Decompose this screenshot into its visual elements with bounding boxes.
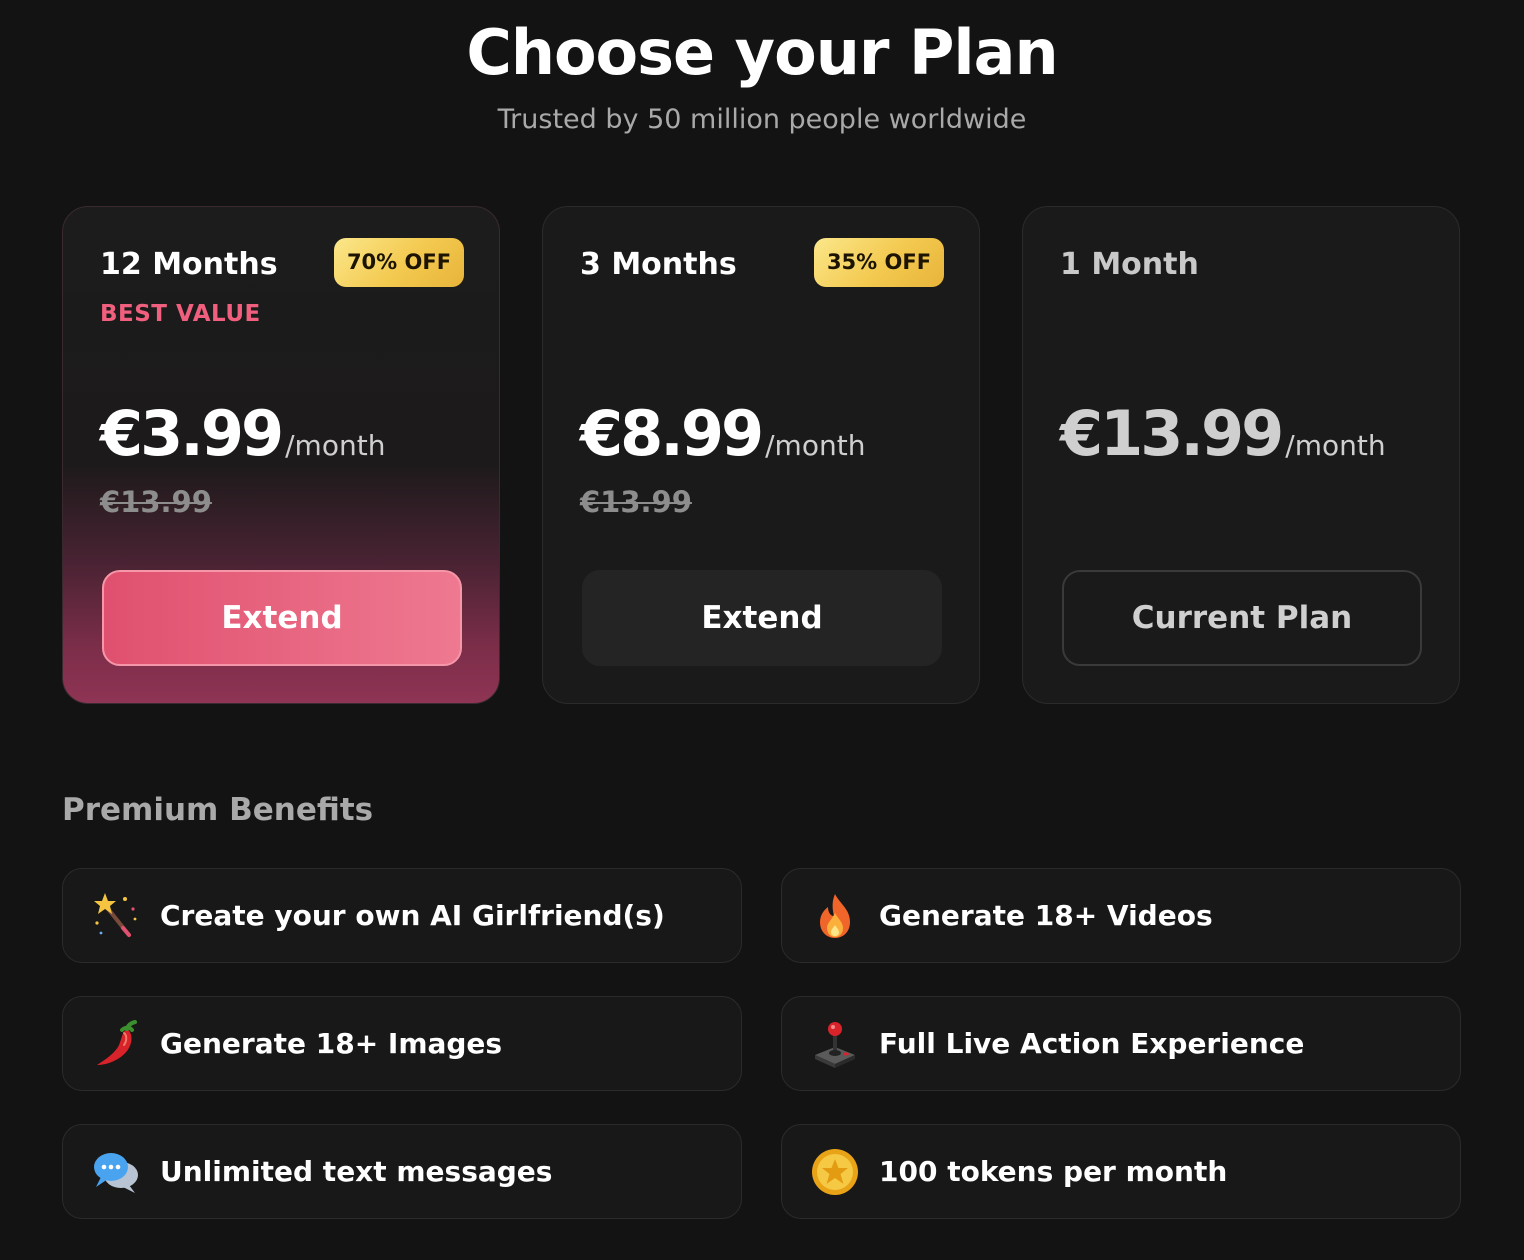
benefit-item: 100 tokens per month [781, 1124, 1461, 1219]
speech-bubbles-icon [94, 1153, 138, 1193]
plan-price: €8.99 [580, 397, 764, 470]
price-period: /month [285, 429, 386, 462]
plan-name: 1 Month [1060, 247, 1199, 282]
benefit-item: Generate 18+ Images [62, 996, 742, 1091]
benefit-label: 100 tokens per month [879, 1155, 1228, 1188]
original-price: €13.99 [100, 485, 212, 519]
plan-name: 12 Months [100, 247, 278, 282]
benefit-label: Unlimited text messages [160, 1155, 553, 1188]
price-row: €3.99/month [100, 397, 385, 470]
benefit-label: Full Live Action Experience [879, 1027, 1305, 1060]
coin-icon [812, 1149, 858, 1195]
discount-badge: 35% OFF [814, 238, 944, 287]
benefit-label: Generate 18+ Images [160, 1027, 503, 1060]
benefit-item: Unlimited text messages [62, 1124, 742, 1219]
plan-price: €3.99 [100, 397, 284, 470]
current-plan-button[interactable]: Current Plan [1062, 570, 1422, 666]
page-subtitle: Trusted by 50 million people worldwide [497, 104, 1027, 135]
price-period: /month [765, 429, 866, 462]
benefit-item: Create your own AI Girlfriend(s) [62, 868, 742, 963]
chili-pepper-icon [97, 1020, 137, 1065]
benefit-label: Create your own AI Girlfriend(s) [160, 899, 665, 932]
benefit-item: Generate 18+ Videos [781, 868, 1461, 963]
extend-button-3-months[interactable]: Extend [582, 570, 942, 666]
joystick-icon [815, 1022, 855, 1068]
extend-button-12-months[interactable]: Extend [102, 570, 462, 666]
plan-card-12-months: 12 Months 70% OFF BEST VALUE €3.99/month… [62, 206, 500, 704]
benefits-title: Premium Benefits [62, 792, 374, 828]
plan-card-3-months: 3 Months 35% OFF €8.99/month €13.99 Exte… [542, 206, 980, 704]
price-row: €13.99/month [1060, 397, 1386, 470]
page-title: Choose your Plan [466, 16, 1058, 89]
discount-badge: 70% OFF [334, 238, 464, 287]
benefit-label: Generate 18+ Videos [879, 899, 1213, 932]
benefit-item: Full Live Action Experience [781, 996, 1461, 1091]
price-row: €8.99/month [580, 397, 865, 470]
plan-name: 3 Months [580, 247, 737, 282]
price-period: /month [1285, 429, 1386, 462]
plan-card-1-month: 1 Month €13.99/month Current Plan [1022, 206, 1460, 704]
plan-price: €13.99 [1060, 397, 1284, 470]
fire-icon [820, 894, 850, 938]
magic-wand-icon [94, 893, 137, 937]
original-price: €13.99 [580, 485, 692, 519]
best-value-tag: BEST VALUE [100, 301, 261, 327]
pricing-page: Choose your Plan Trusted by 50 million p… [0, 0, 1524, 1260]
